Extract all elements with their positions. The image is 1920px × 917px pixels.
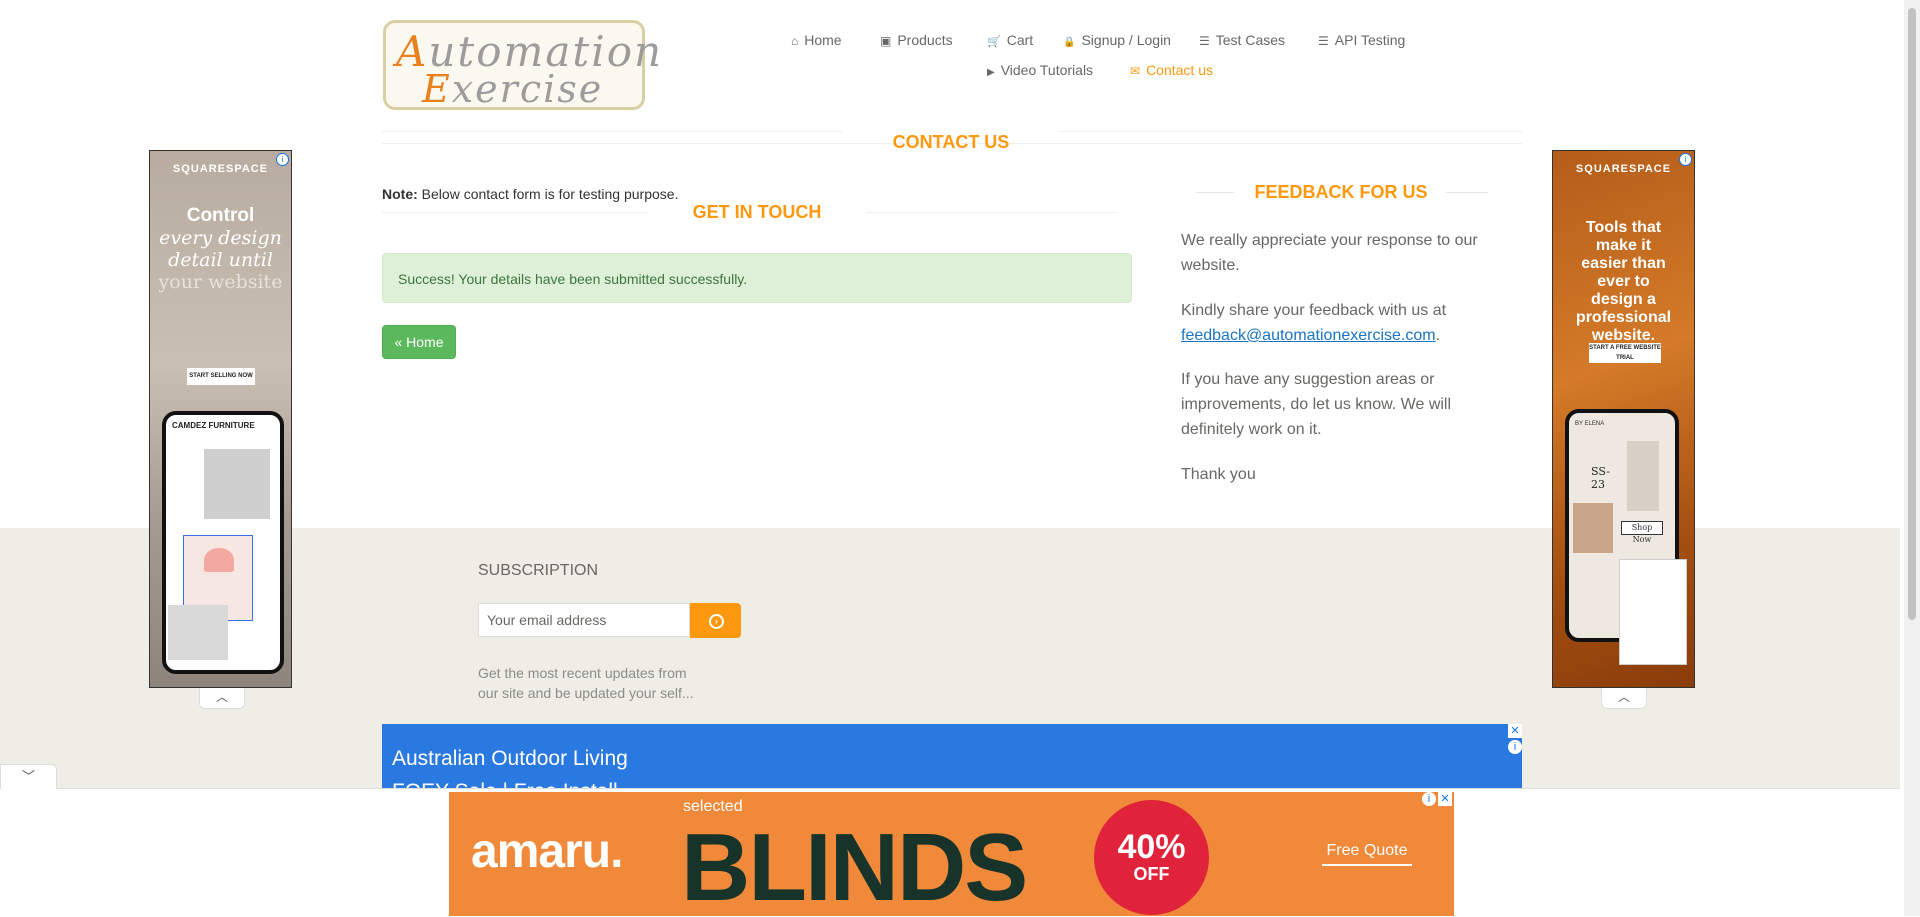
- ad-model-image: [1627, 441, 1659, 511]
- nav-signup-login[interactable]: 🔒 Signup / Login: [1063, 32, 1171, 48]
- logo-line-2: Exercise: [422, 67, 604, 111]
- ad-phone-brand: BY ELENA: [1575, 421, 1605, 427]
- nav-api-testing[interactable]: ☰ API Testing: [1318, 32, 1405, 48]
- ad-headline-2: every design: [159, 227, 282, 249]
- close-icon[interactable]: ✕: [1508, 724, 1522, 738]
- ad-free-quote-button[interactable]: Free Quote: [1322, 842, 1412, 866]
- feedback-rule-right: [1446, 192, 1488, 193]
- cart-icon: 🛒: [987, 36, 1001, 48]
- feedback-paragraph-3: If you have any suggestion areas or impr…: [1181, 371, 1452, 438]
- nav-video-tutorials[interactable]: ▶ Video Tutorials: [987, 62, 1093, 78]
- home-icon: ⌂: [791, 34, 799, 48]
- subscribe-email-input[interactable]: [478, 603, 690, 637]
- outdoor-living-ad[interactable]: Australian Outdoor LivingFOEY Sale | Fre…: [382, 724, 1522, 788]
- ad-cta-button[interactable]: START A FREE WEBSITE TRIAL: [1589, 343, 1661, 363]
- left-side-ad[interactable]: i SQUARESPACE Control every design detai…: [149, 150, 292, 688]
- ad-panel-overlay: [1619, 559, 1687, 665]
- feedback-title: FEEDBACK FOR US: [1254, 182, 1428, 202]
- ad-table-image: [204, 449, 270, 519]
- nav-products[interactable]: ▣ Products: [880, 32, 953, 48]
- feedback-rule-left: [1196, 192, 1234, 193]
- ad-seated-model-image: [1573, 503, 1613, 553]
- bottom-ad-collapse-toggle[interactable]: ﹀: [0, 764, 57, 789]
- feedback-paragraph-4: Thank you: [1181, 466, 1256, 483]
- ad-info-icon[interactable]: i: [1422, 792, 1436, 806]
- subscription-title: SUBSCRIPTION: [478, 562, 599, 579]
- ad-info-icon[interactable]: i: [1508, 740, 1522, 754]
- products-icon: ▣: [880, 34, 892, 48]
- list-icon: ☰: [1318, 34, 1329, 48]
- page-scrollbar[interactable]: [1904, 0, 1920, 916]
- left-ad-collapse-toggle[interactable]: ︿: [199, 688, 245, 709]
- ad-brand: SQUARESPACE: [1575, 163, 1672, 175]
- feedback-paragraph-2: Kindly share your feedback with us at fe…: [1181, 302, 1447, 344]
- ad-headline: Tools that make it easier than ever to d…: [1575, 219, 1672, 344]
- arrow-circle-right-icon: ›: [709, 614, 724, 629]
- nav-home[interactable]: ⌂ Home: [791, 32, 842, 48]
- feedback-paragraph-1: We really appreciate your response to ou…: [1181, 232, 1478, 274]
- envelope-icon: ✉: [1130, 64, 1141, 78]
- get-in-touch-rule-right: [866, 212, 1116, 213]
- amaru-blinds-ad[interactable]: amaru. selected BLINDS 40% OFF Free Quot…: [449, 792, 1454, 916]
- get-in-touch-rule-left: [382, 212, 647, 213]
- list-icon: ☰: [1199, 34, 1210, 48]
- ad-headline-3: detail until: [168, 249, 273, 271]
- success-alert: Success! Your details have been submitte…: [382, 253, 1132, 303]
- ad-brand: amaru.: [471, 825, 623, 878]
- nav-test-cases[interactable]: ☰ Test Cases: [1199, 32, 1285, 48]
- title-rule-left: [382, 131, 842, 132]
- ad-shop-now-button[interactable]: Shop Now: [1621, 521, 1663, 544]
- ad-headline-4: your website: [158, 271, 283, 293]
- page-title: CONTACT US: [892, 132, 1010, 152]
- ad-headline: BLINDS: [681, 814, 1028, 917]
- ad-brand: SQUARESPACE: [172, 163, 269, 175]
- nav-contact-us[interactable]: ✉ Contact us: [1130, 62, 1213, 78]
- home-button[interactable]: « Home: [382, 325, 456, 359]
- get-in-touch-title: GET IN TOUCH: [692, 202, 822, 222]
- feedback-email-link[interactable]: feedback@automationexercise.com: [1181, 327, 1436, 344]
- ad-cta-button[interactable]: START SELLING NOW: [187, 368, 255, 385]
- nav-cart[interactable]: 🛒 Cart: [987, 32, 1033, 48]
- subscribe-button[interactable]: ›: [690, 603, 741, 638]
- ad-phone-text: SS-23: [1591, 465, 1610, 491]
- right-ad-collapse-toggle[interactable]: ︿: [1601, 688, 1647, 709]
- title-rule-right: [1060, 131, 1522, 132]
- form-note: Note: Below contact form is for testing …: [382, 186, 679, 202]
- ad-phone-title: CAMDEZ FURNITURE: [172, 421, 255, 430]
- ad-phone-mockup: CAMDEZ FURNITURE: [162, 411, 284, 674]
- ad-discount-badge: 40% OFF: [1094, 800, 1209, 915]
- right-side-ad[interactable]: i SQUARESPACE Tools that make it easier …: [1552, 150, 1695, 688]
- youtube-icon: ▶: [987, 67, 995, 78]
- lamp-shape: [204, 548, 234, 572]
- ad-chair-image: [168, 605, 228, 660]
- site-logo[interactable]: Automation Exercise: [383, 20, 661, 111]
- scrollbar-thumb[interactable]: [1908, 8, 1916, 620]
- lock-icon: 🔒: [1063, 37, 1076, 48]
- close-icon[interactable]: ✕: [1438, 792, 1452, 806]
- ad-headline-1: Control: [186, 205, 255, 226]
- ad-text: Australian Outdoor LivingFOEY Sale | Fre…: [392, 747, 628, 788]
- subscription-description: Get the most recent updates from our sit…: [478, 665, 694, 701]
